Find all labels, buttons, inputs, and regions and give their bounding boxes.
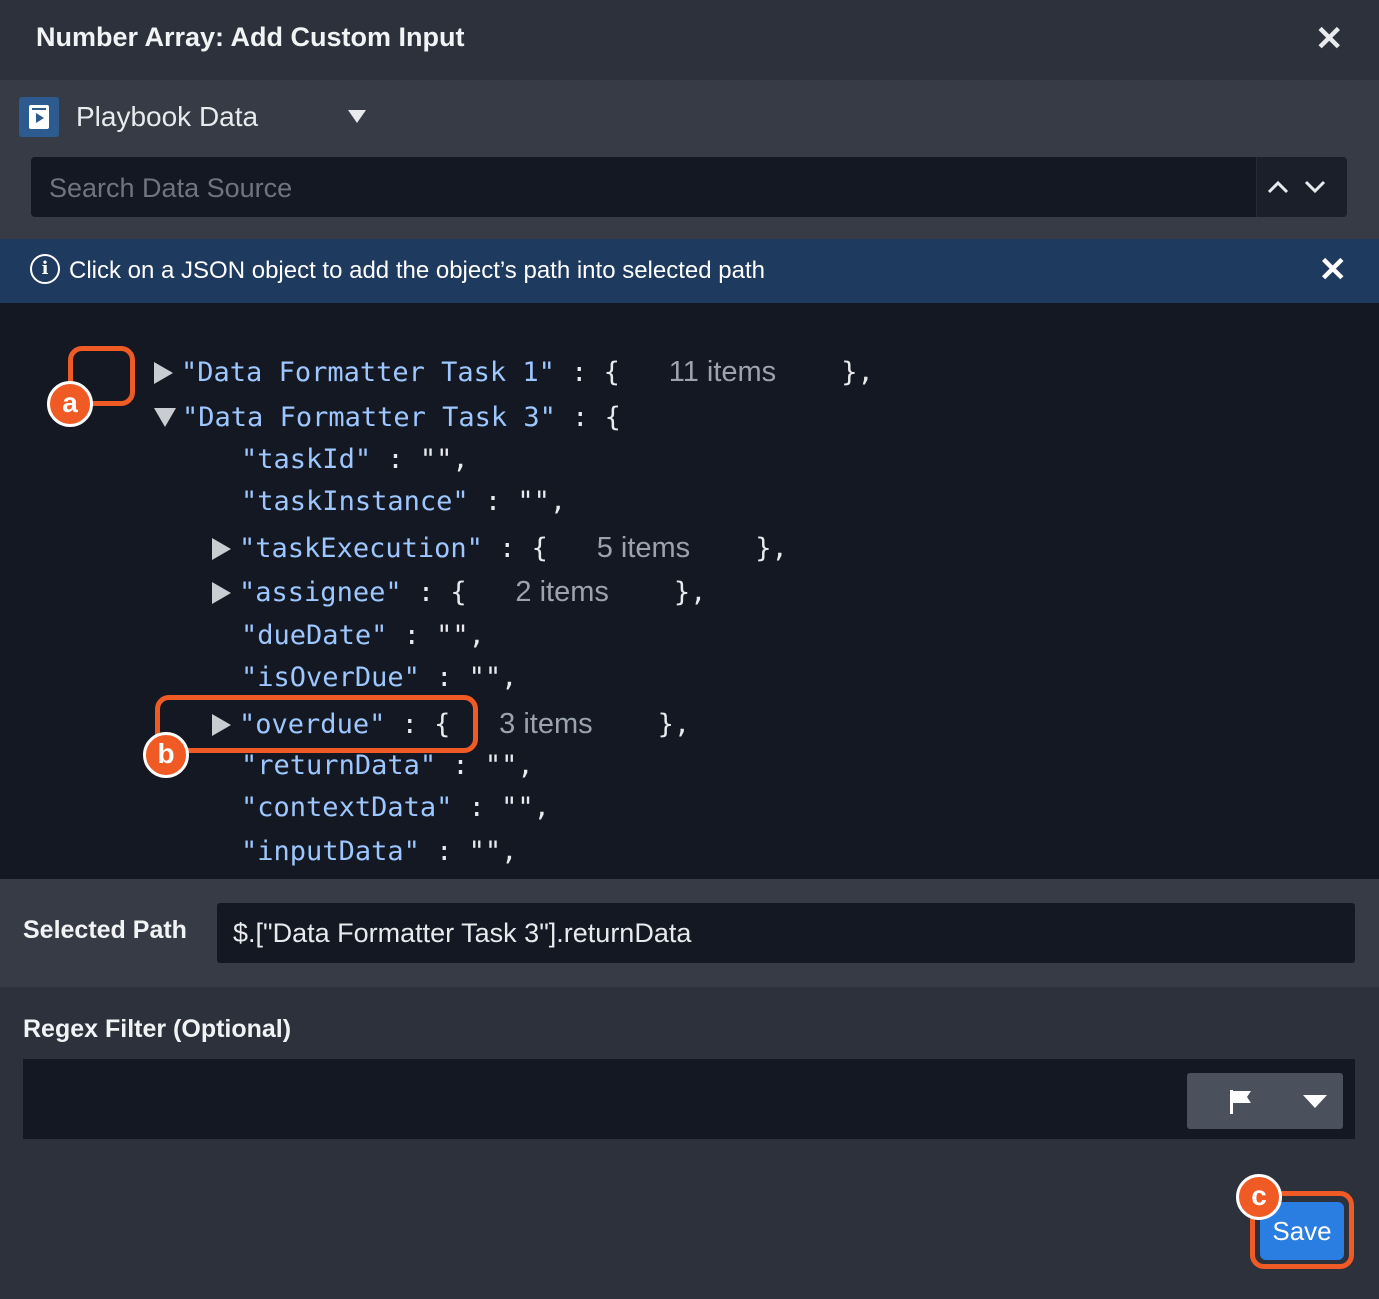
item-count: 11 items <box>668 356 777 388</box>
regex-filter-label: Regex Filter (Optional) <box>23 1015 292 1043</box>
tree-field-taskId[interactable]: "taskId" : "", <box>176 400 469 475</box>
tree-field-isOverDue[interactable]: "isOverDue" : "", <box>176 618 517 693</box>
tree-node-task1[interactable]: "Data Formatter Task 1" : { 11 items }, <box>89 312 874 388</box>
close-icon[interactable]: ✕ <box>1315 22 1344 56</box>
node-close: }, <box>841 357 874 388</box>
node-close: }, <box>657 709 691 740</box>
node-close: }, <box>755 533 788 564</box>
tree-field-taskInstance[interactable]: "taskInstance" : "", <box>176 442 566 517</box>
playbook-icon <box>19 97 59 137</box>
info-icon: i <box>30 254 60 284</box>
search-navigation <box>1256 157 1347 217</box>
dialog-header: Number Array: Add Custom Input ✕ <box>0 0 1379 80</box>
annotation-badge-c: c <box>1236 1174 1282 1220</box>
flag-icon <box>1230 1090 1251 1114</box>
selected-path-label: Selected Path <box>23 916 187 944</box>
regex-filter-input[interactable] <box>23 1059 1355 1139</box>
annotation-badge-b: b <box>143 732 189 778</box>
selected-path-field[interactable]: $.["Data Formatter Task 3"].returnData <box>217 903 1355 963</box>
selected-path-section: Selected Path $.["Data Formatter Task 3"… <box>0 879 1379 987</box>
chevron-up-icon[interactable] <box>1267 179 1289 195</box>
search-box <box>31 157 1347 217</box>
item-count: 2 items <box>515 576 609 608</box>
tree-node-taskExecution[interactable]: "taskExecution" : { 5 items }, <box>147 488 788 564</box>
chevron-down-icon[interactable] <box>1304 179 1326 195</box>
regex-filter-section: Regex Filter (Optional) <box>0 987 1379 1299</box>
tree-node-assignee[interactable]: "assignee" : { 2 items }, <box>147 532 706 608</box>
tree-field-dueDate[interactable]: "dueDate" : "", <box>176 576 485 651</box>
tree-field-error[interactable]: "error" : "" <box>176 834 436 879</box>
info-banner: i Click on a JSON object to add the obje… <box>0 239 1379 303</box>
node-separator: : { <box>555 402 621 433</box>
dialog-title: Number Array: Add Custom Input <box>36 22 465 52</box>
search-input[interactable] <box>47 169 1231 207</box>
caret-down-icon[interactable] <box>1303 1095 1327 1108</box>
regex-flags-dropdown[interactable] <box>1187 1073 1343 1129</box>
node-close: }, <box>673 577 707 608</box>
tree-field-inputData[interactable]: "inputData" : "", <box>176 792 517 867</box>
annotation-highlight-b <box>155 695 478 753</box>
collapse-arrow-icon[interactable] <box>154 408 177 427</box>
json-tree: "Data Formatter Task 1" : { 11 items }, … <box>0 303 1379 879</box>
data-source-dropdown[interactable]: Playbook Data <box>76 101 258 133</box>
close-icon[interactable]: ✕ <box>1319 253 1348 287</box>
chevron-down-icon[interactable] <box>348 110 366 123</box>
selected-path-value: $.["Data Formatter Task 3"].returnData <box>233 918 692 948</box>
node-value: "", <box>468 836 518 867</box>
info-text: Click on a JSON object to add the object… <box>69 257 765 284</box>
tree-node-task3[interactable]: "Data Formatter Task 3" : { <box>89 358 621 433</box>
annotation-badge-a: a <box>47 381 93 427</box>
tree-field-contextData[interactable]: "contextData" : "", <box>176 748 550 823</box>
